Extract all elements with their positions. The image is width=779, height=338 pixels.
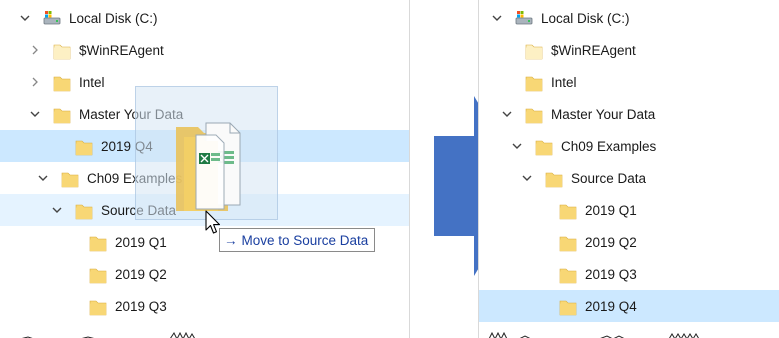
folder-icon: [559, 266, 577, 284]
tree-item-label: Intel: [551, 74, 577, 90]
drag-tooltip-text: Move to Source Data: [241, 232, 369, 248]
folder-icon: [53, 106, 71, 124]
folder-icon: [61, 170, 79, 188]
tree-item[interactable]: Intel: [479, 66, 779, 98]
tree-item[interactable]: Local Disk (C:): [479, 2, 779, 34]
tree-item[interactable]: 2019 Q3: [479, 258, 779, 290]
tree-item-label: Ch09 Examples: [561, 138, 657, 154]
folder-pale-icon: [53, 42, 71, 60]
tree-item[interactable]: 2019 Q2: [0, 258, 409, 290]
chevron-placeholder: [501, 44, 513, 56]
chevron-down-icon[interactable]: [37, 172, 49, 184]
tree-item[interactable]: $WinREAgent: [0, 34, 409, 66]
chevron-placeholder: [51, 140, 63, 152]
chevron-down-icon[interactable]: [19, 12, 31, 24]
chevron-placeholder: [501, 76, 513, 88]
tree-item[interactable]: Master Your Data: [479, 98, 779, 130]
drag-ghost: [135, 86, 278, 220]
tree-item-label: Local Disk (C:): [541, 10, 630, 26]
folder-pale-icon: [525, 42, 543, 60]
tree-item[interactable]: 2019 Q1: [479, 194, 779, 226]
chevron-placeholder: [65, 268, 77, 280]
tree-item-label: $WinREAgent: [79, 42, 164, 58]
tree-item[interactable]: Source Data: [479, 162, 779, 194]
folder-icon: [559, 202, 577, 220]
chevron-right-icon[interactable]: [29, 76, 41, 88]
tree-item-label: 2019 Q4: [585, 298, 637, 314]
chevron-down-icon[interactable]: [521, 172, 533, 184]
tree-item-label: 2019 Q2: [115, 266, 167, 282]
chevron-down-icon[interactable]: [51, 204, 63, 216]
folder-icon: [525, 106, 543, 124]
folder-icon: [53, 74, 71, 92]
folder-icon: [525, 74, 543, 92]
folder-icon: [89, 266, 107, 284]
drive-icon: [515, 10, 533, 26]
chevron-placeholder: [535, 300, 547, 312]
folder-icon: [89, 298, 107, 316]
tree-item-label: Local Disk (C:): [69, 10, 158, 26]
tree-item[interactable]: 2019 Q2: [479, 226, 779, 258]
tree-item-label: 2019 Q1: [585, 202, 637, 218]
tree-item-label: 2019 Q2: [585, 234, 637, 250]
tree-item[interactable]: Ch09 Examples: [479, 130, 779, 162]
tree-item[interactable]: 2019 Q3: [0, 290, 409, 322]
folder-icon: [75, 202, 93, 220]
tree-item-label: Master Your Data: [551, 106, 656, 122]
drag-ghost-icons: [176, 122, 241, 211]
tree-item-label: 2019 Q3: [115, 298, 167, 314]
tree-item-label: Source Data: [571, 170, 647, 186]
tree-item[interactable]: Local Disk (C:): [0, 2, 409, 34]
folder-icon: [545, 170, 563, 188]
tree-item-label: $WinREAgent: [551, 42, 636, 58]
folder-icon: [89, 234, 107, 252]
tree-item-label: 2019 Q1: [115, 234, 167, 250]
tree-item-label: Intel: [79, 74, 105, 90]
left-explorer-tree: Local Disk (C:) $WinREAgent Intel Master Yo…: [0, 0, 410, 338]
chevron-down-icon[interactable]: [29, 108, 41, 120]
tree-item-label: 2019 Q3: [585, 266, 637, 282]
chevron-placeholder: [65, 300, 77, 312]
folder-icon: [75, 138, 93, 156]
chevron-down-icon[interactable]: [501, 108, 513, 120]
tree-item[interactable]: 2019 Q4: [479, 290, 779, 322]
chevron-placeholder: [65, 236, 77, 248]
chevron-placeholder: [535, 236, 547, 248]
drag-tooltip: → Move to Source Data: [219, 228, 376, 252]
chevron-placeholder: [535, 204, 547, 216]
folder-icon: [559, 298, 577, 316]
chevron-placeholder: [535, 268, 547, 280]
torn-edge: [21, 331, 195, 338]
folder-icon: [559, 234, 577, 252]
chevron-down-icon[interactable]: [491, 12, 503, 24]
right-explorer-tree: Local Disk (C:) $WinREAgent Intel Master Yo…: [478, 0, 779, 338]
chevron-down-icon[interactable]: [511, 140, 523, 152]
tree-item[interactable]: $WinREAgent: [479, 34, 779, 66]
chevron-right-icon[interactable]: [29, 44, 41, 56]
folder-icon: [535, 138, 553, 156]
torn-edge: [488, 331, 699, 338]
move-arrow-icon: →: [224, 232, 238, 248]
drive-icon: [43, 10, 61, 26]
